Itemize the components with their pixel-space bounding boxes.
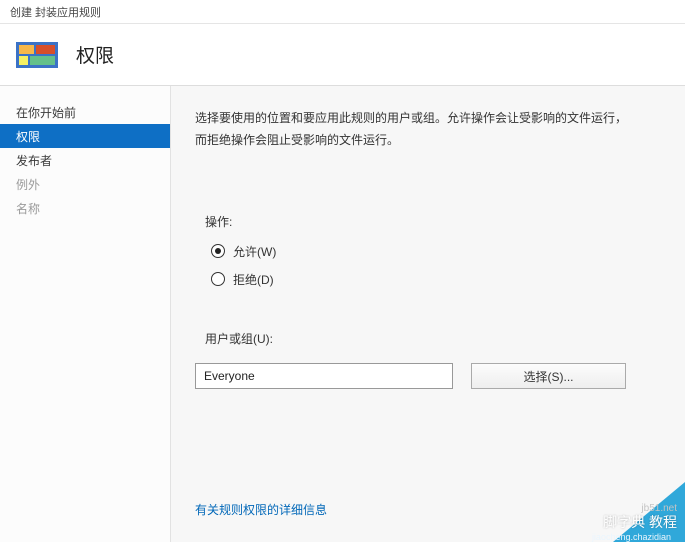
sidebar-item-publisher[interactable]: 发布者: [0, 148, 170, 172]
usergroup-label: 用户或组(U):: [205, 330, 657, 347]
radio-allow-label: 允许(W): [233, 243, 276, 260]
description-line: 而拒绝操作会阻止受影响的文件运行。: [195, 130, 657, 152]
action-label: 操作:: [205, 213, 657, 230]
select-button-label: 选择(S)...: [524, 368, 574, 385]
sidebar-item-label: 权限: [16, 128, 40, 145]
wizard-sidebar: 在你开始前 权限 发布者 例外 名称: [0, 86, 170, 542]
app-rules-icon: [16, 36, 58, 74]
sidebar-item-label: 在你开始前: [16, 104, 76, 121]
description-line: 选择要使用的位置和要应用此规则的用户或组。允许操作会让受影响的文件运行，: [195, 108, 657, 130]
page-title: 权限: [76, 41, 114, 68]
sidebar-item-label: 名称: [16, 200, 40, 217]
window-title: 创建 封装应用规则: [10, 4, 101, 20]
sidebar-item-name: 名称: [0, 196, 170, 220]
usergroup-row: Everyone 选择(S)...: [195, 363, 657, 389]
radio-deny-label: 拒绝(D): [233, 271, 274, 288]
radio-deny-row[interactable]: 拒绝(D): [211, 268, 657, 290]
usergroup-value: Everyone: [204, 369, 255, 383]
usergroup-field[interactable]: Everyone: [195, 363, 453, 389]
radio-deny[interactable]: [211, 272, 225, 286]
header: 权限: [0, 24, 685, 86]
body: 在你开始前 权限 发布者 例外 名称 选择要使用的位置和要应用此规则的用户或组。…: [0, 86, 685, 542]
content-pane: 选择要使用的位置和要应用此规则的用户或组。允许操作会让受影响的文件运行， 而拒绝…: [170, 86, 685, 542]
sidebar-item-permissions[interactable]: 权限: [0, 124, 170, 148]
radio-allow[interactable]: [211, 244, 225, 258]
sidebar-item-label: 发布者: [16, 152, 52, 169]
description: 选择要使用的位置和要应用此规则的用户或组。允许操作会让受影响的文件运行， 而拒绝…: [195, 108, 657, 151]
radio-allow-row[interactable]: 允许(W): [211, 240, 657, 262]
more-info-link[interactable]: 有关规则权限的详细信息: [195, 501, 657, 518]
select-button[interactable]: 选择(S)...: [471, 363, 626, 389]
sidebar-item-before-begin[interactable]: 在你开始前: [0, 100, 170, 124]
sidebar-item-label: 例外: [16, 176, 40, 193]
window-titlebar: 创建 封装应用规则: [0, 0, 685, 24]
sidebar-item-exceptions: 例外: [0, 172, 170, 196]
